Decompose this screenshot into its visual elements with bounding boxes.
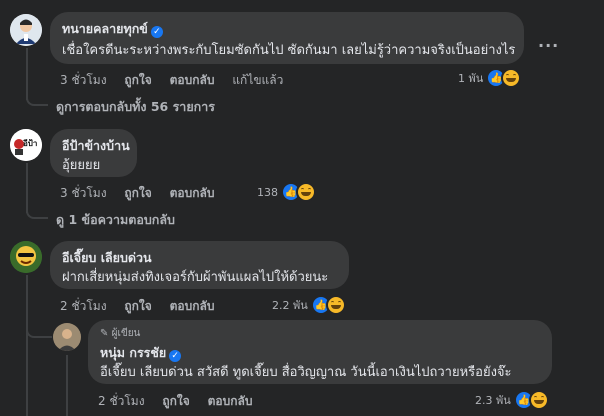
reaction-count: 2.3 พัน [475, 394, 511, 407]
comment-text: เชื่อใครดีนะระหว่างพระกับโยมซัดกันไป ซัด… [62, 43, 516, 58]
view-replies-link[interactable]: ดูการตอบกลับทั้ง 56 รายการ [56, 97, 215, 117]
reaction-summary[interactable]: 1 พัน 👍 [458, 68, 522, 88]
comment-bubble: อีเจี๊ยบ เลียบด่วน ฝากเสี่ยหนุ่มส่งทิงเจ… [50, 241, 349, 289]
reply-button[interactable]: ตอบกลับ [208, 394, 253, 408]
verified-badge-icon: ✓ [150, 26, 163, 38]
avatar[interactable] [53, 323, 81, 351]
comment-text: ฝากเสี่ยหนุ่มส่งทิงเจอร์กับผ้าพันแผลไปให… [62, 270, 329, 285]
comment-text: อุ้ยยยย [62, 158, 101, 173]
commenter-name[interactable]: อีเจี๊ยบ เลียบด่วน [62, 248, 152, 268]
comment-timestamp[interactable]: 2 ชั่วโมง [60, 299, 107, 313]
avatar-text: อีป้า [23, 139, 38, 148]
more-options-icon[interactable]: ··· [538, 36, 559, 55]
thread-connector [26, 322, 52, 338]
commenter-name[interactable]: หนุ่ม กรรชัย [100, 345, 166, 360]
haha-reaction-icon [528, 390, 549, 410]
edited-label: แก้ไขแล้ว [232, 73, 284, 87]
comment-bubble: ทนายคลายทุกข์ ✓ เชื่อใครดีนะระหว่างพระกับ… [50, 12, 524, 64]
avatar-photo-icon [53, 323, 81, 351]
reply-button[interactable]: ตอบกลับ [170, 186, 215, 200]
avatar[interactable] [10, 14, 42, 46]
like-button[interactable]: ถูกใจ [124, 73, 151, 87]
comment-text: อีเจี๊ยบ เลียบด่วน สวัสดี ทูดเจี๊ยบ สื่อ… [100, 365, 512, 380]
reaction-count: 138 [257, 185, 278, 199]
like-button[interactable]: ถูกใจ [162, 394, 189, 408]
like-button[interactable]: ถูกใจ [124, 299, 151, 313]
reaction-summary[interactable]: 2.3 พัน 👍 [475, 390, 549, 410]
author-badge-icon: ✎ [100, 328, 109, 339]
comment-timestamp[interactable]: 3 ชั่วโมง [60, 186, 107, 200]
haha-reaction-icon [296, 182, 316, 202]
comment-timestamp[interactable]: 2 ชั่วโมง [98, 394, 145, 408]
reaction-summary[interactable]: 2.2 พัน 👍 [272, 295, 346, 315]
view-replies-link[interactable]: ดู 1 ข้อความตอบกลับ [56, 210, 175, 230]
haha-reaction-icon [501, 68, 522, 88]
commenter-name[interactable]: อีป้าข้างบ้าน [62, 136, 130, 156]
author-badge: ผู้เขียน [111, 328, 141, 339]
avatar-cartoon-icon [10, 241, 42, 273]
like-button[interactable]: ถูกใจ [124, 186, 151, 200]
haha-reaction-icon [325, 295, 346, 315]
avatar[interactable]: อีป้า [10, 129, 42, 161]
reaction-summary[interactable]: 138 👍 [257, 182, 316, 202]
reply-button[interactable]: ตอบกลับ [170, 299, 215, 313]
thread-connector [26, 205, 48, 219]
thread-line [66, 355, 68, 416]
reaction-count: 2.2 พัน [272, 299, 308, 312]
avatar-lawyer-icon [10, 14, 42, 46]
avatar[interactable] [10, 241, 42, 273]
commenter-name[interactable]: ทนายคลายทุกข์ [62, 21, 148, 36]
reply-bubble: ✎ ผู้เขียน หนุ่ม กรรชัย ✓ อีเจี๊ยบ เลียบด… [88, 320, 552, 384]
thread-line [26, 275, 28, 416]
thread-connector [26, 92, 48, 106]
comment-timestamp[interactable]: 3 ชั่วโมง [60, 73, 107, 87]
reaction-count: 1 พัน [458, 72, 484, 85]
comment-bubble: อีป้าข้างบ้าน อุ้ยยยย [50, 129, 137, 177]
reply-button[interactable]: ตอบกลับ [170, 73, 215, 87]
